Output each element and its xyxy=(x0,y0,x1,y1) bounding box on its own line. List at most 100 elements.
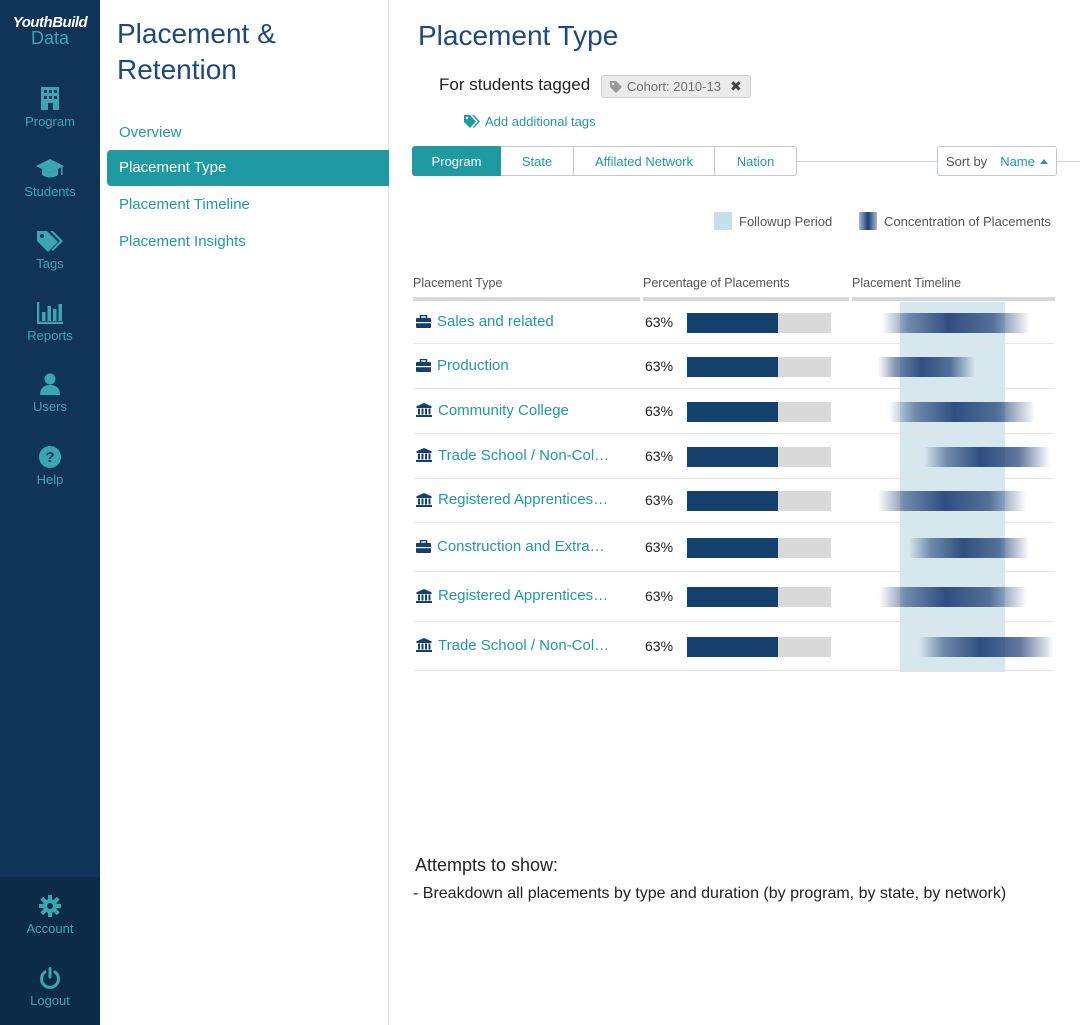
bar-chart-icon xyxy=(37,302,63,324)
power-icon xyxy=(40,967,60,989)
subnav-item-placement-insights[interactable]: Placement Insights xyxy=(107,224,389,260)
user-icon xyxy=(40,373,60,395)
percentage-bar xyxy=(687,356,831,377)
placement-type-link[interactable]: Construction and Extra… xyxy=(416,538,605,555)
placement-type-link[interactable]: Sales and related xyxy=(416,313,554,330)
tags-icon xyxy=(37,231,63,252)
tagged-label: For students tagged xyxy=(439,75,591,94)
sort-dropdown[interactable]: Sort by Name xyxy=(937,146,1057,176)
placement-type-label: Production xyxy=(437,356,509,374)
notes-text: - Breakdown all placements by type and d… xyxy=(413,885,1007,902)
placement-concentration-mark xyxy=(882,313,1030,333)
notes-title: Attempts to show: xyxy=(415,855,559,875)
placement-concentration-mark xyxy=(878,491,1026,511)
legend-concentration: Concentration of Placements xyxy=(859,212,1051,230)
brand-logo[interactable]: YouthBuild Data xyxy=(0,14,100,47)
tab-nation[interactable]: Nation xyxy=(715,146,797,176)
percentage-bar xyxy=(687,537,831,558)
main-content: Placement Type For students tagged Cohor… xyxy=(389,0,1080,1025)
placement-percentage: 63% xyxy=(645,637,674,654)
section-title-line2: Retention xyxy=(117,54,237,85)
subnav-item-placement-type[interactable]: Placement Type xyxy=(107,150,389,186)
placement-type-label: Trade School / Non-Col… xyxy=(438,446,610,464)
rail-item-account[interactable]: Account xyxy=(0,895,100,936)
placement-type-label: Registered Apprentices… xyxy=(438,587,609,604)
graduation-cap-icon xyxy=(36,159,64,178)
placement-percentage: 63% xyxy=(645,588,674,604)
table-row[interactable]: Trade School / Non-Col… 63% xyxy=(414,434,1054,479)
column-header-timeline-label: Placement Timeline xyxy=(852,276,962,290)
rail-label: Help xyxy=(36,472,64,487)
placement-type-link[interactable]: Trade School / Non-Col… xyxy=(416,637,609,654)
rail-item-reports[interactable]: Reports xyxy=(0,302,100,343)
table-row[interactable]: Community College 63% xyxy=(414,389,1054,434)
section-title-line1: Placement & xyxy=(117,18,276,49)
tag-chip-label: Cohort: 2010-13 xyxy=(627,79,721,94)
table-row[interactable]: Construction and Extra… 63% xyxy=(414,523,1054,572)
placement-type-link[interactable]: Registered Apprentices… xyxy=(416,587,608,604)
percentage-bar-fill xyxy=(687,587,778,607)
tab-program[interactable]: Program xyxy=(412,146,501,176)
placement-type-label: Sales and related xyxy=(437,313,554,330)
add-tags-label: Add additional tags xyxy=(485,114,596,129)
placement-type-label: Registered Apprentices… xyxy=(438,491,609,508)
percentage-bar xyxy=(687,491,831,511)
concentration-swatch xyxy=(859,212,877,230)
percentage-bar-fill xyxy=(687,313,778,333)
placement-type-link[interactable]: Community College xyxy=(416,402,569,419)
svg-text:?: ? xyxy=(45,449,54,466)
tags-icon xyxy=(464,115,480,128)
section-title: Placement & Retention xyxy=(117,16,276,88)
percentage-bar-fill xyxy=(687,446,778,467)
institution-icon xyxy=(416,403,432,417)
building-icon xyxy=(41,87,59,110)
placement-type-link[interactable]: Registered Apprentices… xyxy=(416,491,608,508)
sort-value: Name xyxy=(1000,153,1035,169)
subnav-item-overview[interactable]: Overview xyxy=(107,115,389,151)
placement-type-label: Community College xyxy=(438,401,569,419)
placement-type-link[interactable]: Trade School / Non-Col… xyxy=(416,447,609,464)
percentage-bar xyxy=(687,587,831,607)
institution-icon xyxy=(416,448,432,462)
table-row[interactable]: Sales and related 63% xyxy=(414,302,1054,344)
rail-label: Students xyxy=(24,184,76,199)
rail-label: Users xyxy=(33,399,67,414)
institution-icon xyxy=(416,492,432,507)
placement-percentage: 63% xyxy=(645,492,674,508)
caret-up-icon xyxy=(1039,158,1048,164)
icon-rail: YouthBuild Data Program Students Tags Re… xyxy=(0,0,100,1025)
percentage-bar xyxy=(687,446,831,467)
percentage-bar-fill xyxy=(687,401,778,422)
rail-label: Program xyxy=(25,114,75,129)
tab-state[interactable]: State xyxy=(501,146,574,176)
legend-followup: Followup Period xyxy=(714,212,832,230)
percentage-bar xyxy=(687,636,831,657)
table-row[interactable]: Registered Apprentices… 63% xyxy=(414,479,1054,523)
subnav-item-placement-timeline[interactable]: Placement Timeline xyxy=(107,187,389,223)
rail-label: Logout xyxy=(30,993,70,1008)
table-row[interactable]: Trade School / Non-Col… 63% xyxy=(414,622,1054,671)
rail-item-students[interactable]: Students xyxy=(0,158,100,199)
placement-percentage: 63% xyxy=(645,447,674,464)
table-row[interactable]: Registered Apprentices… 63% xyxy=(414,572,1054,622)
table-row[interactable]: Production 63% xyxy=(414,344,1054,389)
add-tags-link[interactable]: Add additional tags xyxy=(464,114,596,129)
remove-tag-icon[interactable]: ✖ xyxy=(730,76,742,97)
rail-bottom-section: Account Logout xyxy=(0,877,100,1025)
rail-item-users[interactable]: Users xyxy=(0,373,100,414)
followup-swatch xyxy=(714,212,732,230)
tag-chip[interactable]: Cohort: 2010-13 ✖ xyxy=(601,75,751,98)
tag-icon xyxy=(610,80,622,93)
tab-affiliated-network[interactable]: Affilated Network xyxy=(574,146,715,176)
rail-label: Tags xyxy=(36,256,64,271)
rail-item-logout[interactable]: Logout xyxy=(0,967,100,1008)
page-title: Placement Type xyxy=(418,20,619,51)
legend-concentration-label: Concentration of Placements xyxy=(884,213,1051,229)
rail-item-help[interactable]: ? Help xyxy=(0,446,100,487)
brand-sub: Data xyxy=(30,28,70,48)
rail-item-tags[interactable]: Tags xyxy=(0,230,100,271)
placement-percentage: 63% xyxy=(645,357,674,374)
placement-type-link[interactable]: Production xyxy=(416,357,509,374)
rail-item-program[interactable]: Program xyxy=(0,86,100,129)
placement-percentage: 63% xyxy=(645,314,674,330)
